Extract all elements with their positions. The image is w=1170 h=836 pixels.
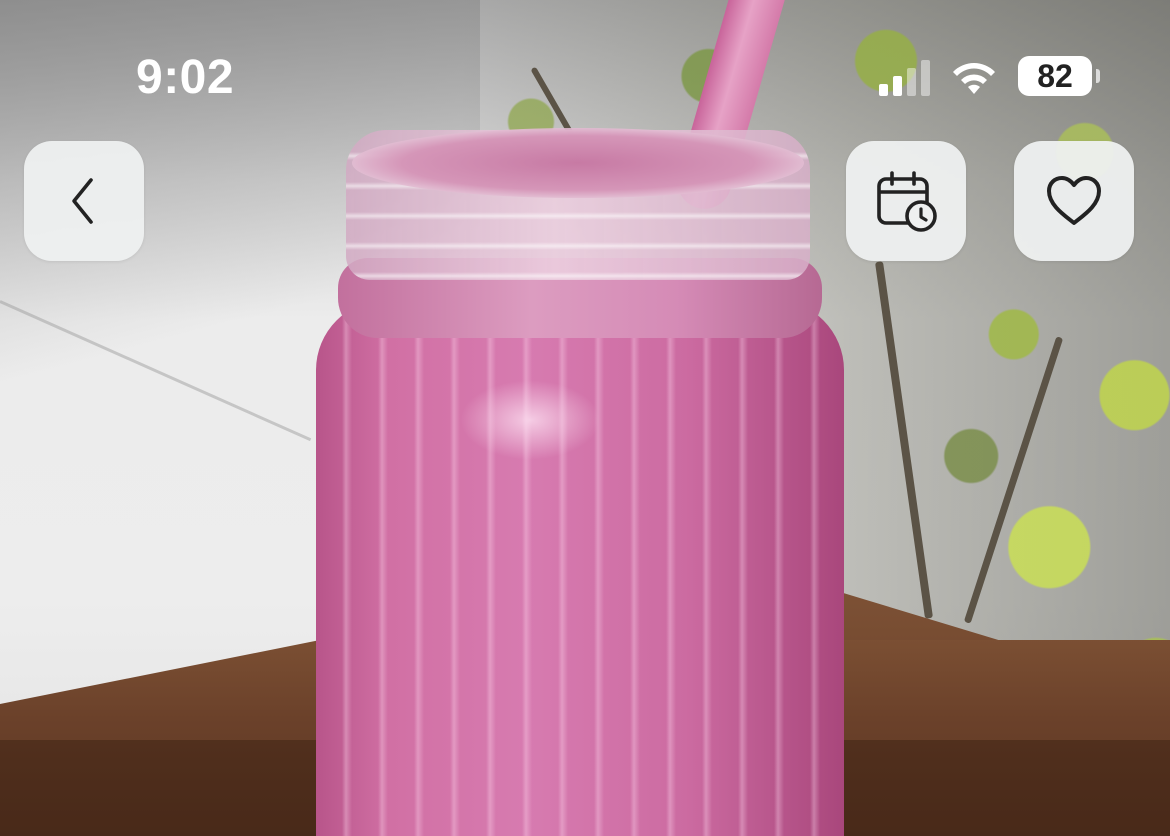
status-time: 9:02 (136, 51, 235, 104)
heart-outline-icon (1047, 176, 1101, 225)
status-icons: 82 (879, 56, 1100, 96)
cellular-signal-icon (879, 56, 930, 96)
recipe-detail-screen: 9:02 82 (0, 0, 1170, 836)
wifi-icon (953, 63, 995, 94)
smoothie-jar (316, 300, 844, 836)
calendar-clock-icon (877, 171, 937, 232)
chevron-left-icon (72, 178, 93, 224)
battery-level: 82 (1037, 57, 1073, 94)
schedule-button[interactable] (846, 141, 966, 261)
battery-icon: 82 (1018, 56, 1100, 96)
back-button[interactable] (24, 141, 144, 261)
favorite-button[interactable] (1014, 141, 1134, 261)
hero-image (0, 0, 1170, 836)
